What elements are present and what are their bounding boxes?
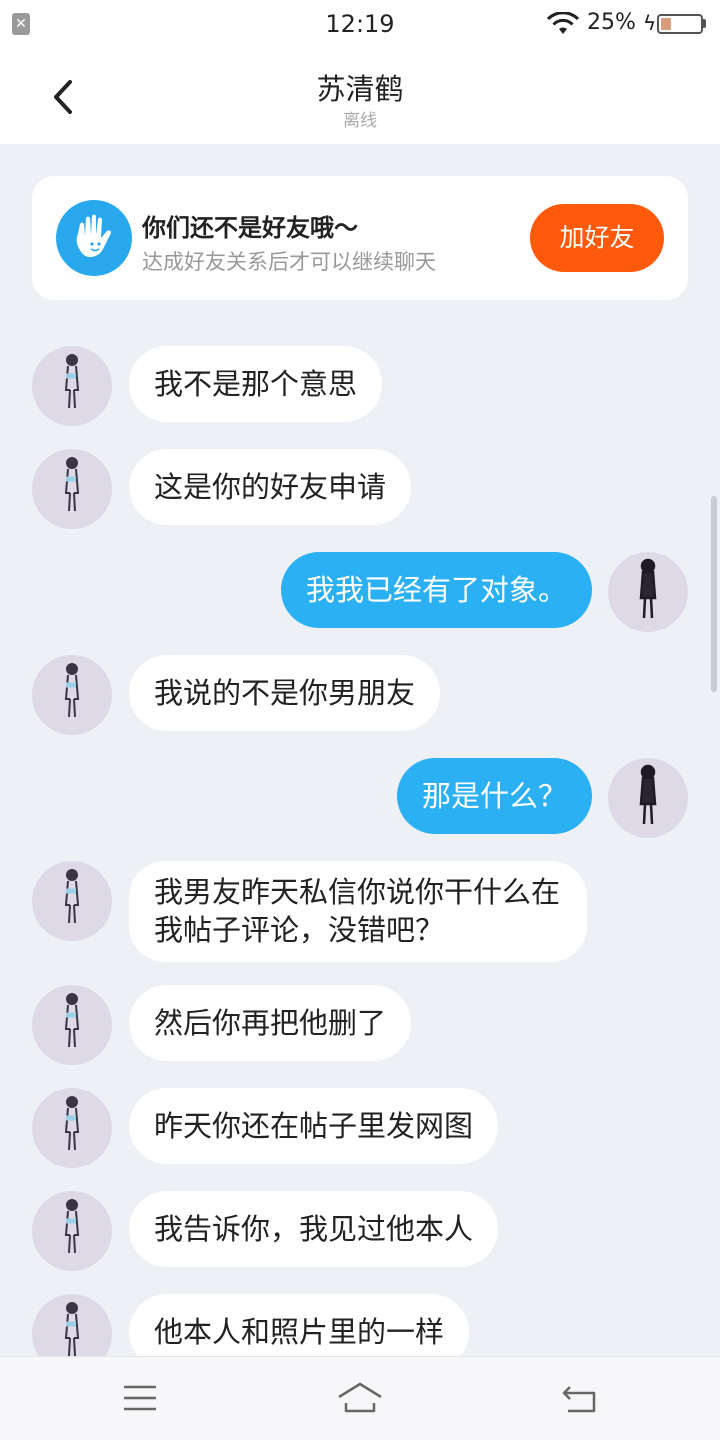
scrollbar[interactable] — [711, 496, 717, 692]
battery-percent: 25% — [587, 10, 636, 35]
menu-icon[interactable] — [122, 1383, 158, 1413]
contact-name: 苏清鹤 — [316, 72, 404, 106]
battery-icon — [657, 14, 703, 34]
charging-icon: ϟ — [643, 11, 657, 35]
avatar[interactable] — [32, 655, 112, 735]
avatar[interactable] — [32, 861, 112, 941]
message-bubble[interactable]: 我告诉你，我见过他本人 — [129, 1191, 499, 1267]
battery-fill — [661, 18, 671, 30]
notice-title: 你们还不是好友哦～ — [142, 214, 358, 242]
back-return-icon[interactable] — [560, 1383, 600, 1415]
message-bubble[interactable]: 昨天你还在帖子里发网图 — [129, 1088, 499, 1164]
message-bubble[interactable]: 我男友昨天私信你说你干什么在我帖子评论，没错吧？ — [129, 861, 587, 962]
contact-status: 离线 — [343, 111, 377, 131]
avatar[interactable] — [32, 1088, 112, 1168]
home-icon[interactable] — [336, 1381, 384, 1415]
message-bubble[interactable]: 这是你的好友申请 — [129, 449, 412, 525]
status-bar: ✕ 12:19 25% ϟ — [0, 0, 720, 50]
avatar[interactable] — [608, 552, 688, 632]
message-bubble[interactable]: 我我已经有了对象。 — [280, 552, 592, 628]
battery-tip — [703, 19, 706, 28]
message-bubble[interactable]: 我说的不是你男朋友 — [129, 655, 441, 731]
wifi-icon — [546, 12, 580, 34]
avatar[interactable] — [608, 758, 688, 838]
hand-icon — [56, 200, 132, 276]
message-bubble[interactable]: 那是什么？ — [396, 758, 592, 834]
friend-notice-card: 你们还不是好友哦～ 达成好友关系后才可以继续聊天 加好友 — [32, 176, 688, 300]
chat-header: 苏清鹤 离线 — [0, 50, 720, 144]
avatar[interactable] — [32, 449, 112, 529]
avatar[interactable] — [32, 1191, 112, 1271]
system-nav-bar — [0, 1356, 720, 1440]
avatar[interactable] — [32, 985, 112, 1065]
message-bubble[interactable]: 我不是那个意思 — [129, 346, 383, 422]
add-friend-button[interactable]: 加好友 — [530, 204, 664, 272]
notice-subtitle: 达成好友关系后才可以继续聊天 — [142, 250, 436, 274]
message-bubble[interactable]: 然后你再把他删了 — [129, 985, 412, 1061]
avatar[interactable] — [32, 346, 112, 426]
